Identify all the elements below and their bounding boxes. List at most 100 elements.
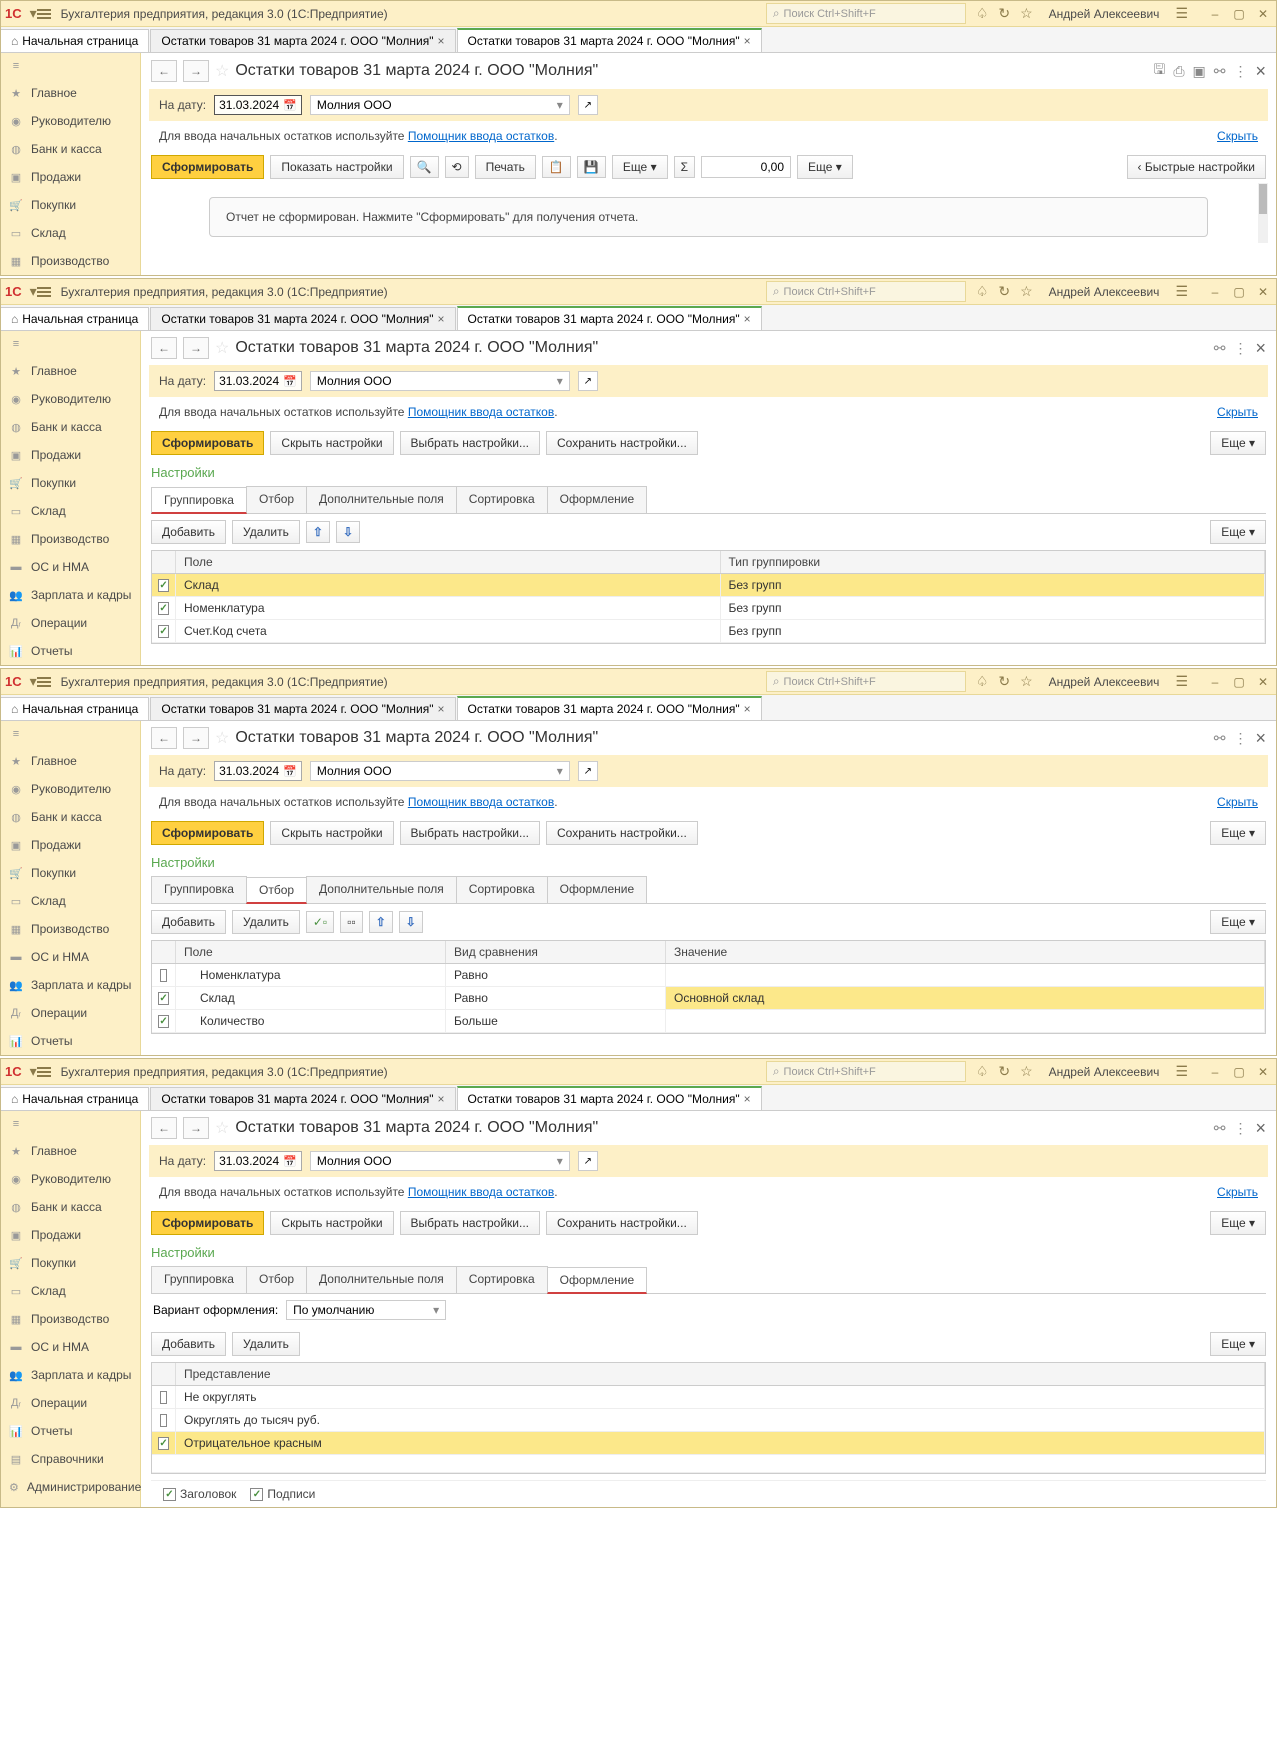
table-row[interactable]: ✓ Номенклатура Без групп: [152, 597, 1265, 620]
table-row[interactable]: ✓ Отрицательное красным: [152, 1432, 1265, 1455]
dropdown-icon[interactable]: ▾: [30, 283, 37, 300]
sidebar-item[interactable]: 📊Отчеты: [1, 637, 140, 665]
history-icon[interactable]: ↻: [998, 5, 1010, 22]
sidebar-item[interactable]: ▬ОС и НМА: [1, 1333, 140, 1361]
close-page-icon[interactable]: ×: [1255, 728, 1266, 749]
tab-close-icon[interactable]: ×: [744, 1092, 751, 1106]
copy-icon[interactable]: ▣: [1193, 63, 1206, 80]
star-icon[interactable]: ☆: [1020, 5, 1033, 22]
tab-filter[interactable]: Отбор: [246, 486, 307, 513]
delete-button[interactable]: Удалить: [232, 520, 300, 544]
hide-link[interactable]: Скрыть: [1217, 405, 1258, 419]
menu-icon[interactable]: [37, 9, 51, 19]
chevron-down-icon[interactable]: ▾: [557, 764, 563, 778]
sidebar-item[interactable]: ▭Склад: [1, 1277, 140, 1305]
sum-button[interactable]: Σ: [674, 156, 695, 178]
back-button[interactable]: ←: [151, 337, 177, 359]
table-row[interactable]: Округлять до тысяч руб.: [152, 1409, 1265, 1432]
save-settings-button[interactable]: Сохранить настройки...: [546, 431, 698, 455]
sidebar-item-purchases[interactable]: 🛒Покупки: [1, 191, 140, 219]
sidebar-item[interactable]: ▦Производство: [1, 915, 140, 943]
sidebar-item[interactable]: 👥Зарплата и кадры: [1, 1361, 140, 1389]
org-select[interactable]: Молния ООО▾: [310, 761, 570, 781]
tab-2[interactable]: Остатки товаров 31 марта 2024 г. ООО "Мо…: [457, 306, 762, 330]
back-button[interactable]: ←: [151, 60, 177, 82]
variant-select[interactable]: По умолчанию▾: [286, 1300, 446, 1320]
tab-close-icon[interactable]: ×: [744, 34, 751, 48]
sidebar-item[interactable]: ▦Производство: [1, 1305, 140, 1333]
save-icon[interactable]: 🖫: [1153, 59, 1165, 83]
favorite-icon[interactable]: ☆: [215, 338, 229, 358]
date-input[interactable]: 31.03.2024📅: [214, 761, 302, 781]
scrollbar-thumb[interactable]: [1259, 184, 1267, 214]
bell-icon[interactable]: ♤: [976, 5, 989, 22]
sidebar-item[interactable]: ▤Справочники: [1, 1445, 140, 1473]
maximize-icon[interactable]: ▢: [1230, 284, 1248, 300]
hint-link[interactable]: Помощник ввода остатков: [408, 129, 554, 143]
open-org-button[interactable]: ↗: [578, 371, 598, 391]
forward-button[interactable]: →: [183, 1117, 209, 1139]
tab-2[interactable]: Остатки товаров 31 марта 2024 г. ООО "Мо…: [457, 28, 762, 52]
move-down-button[interactable]: ⇩: [336, 521, 360, 543]
tab-fields[interactable]: Дополнительные поля: [306, 486, 457, 513]
sidebar-item[interactable]: ⚙Администрирование: [1, 1473, 140, 1501]
menu-icon[interactable]: [37, 1067, 51, 1077]
date-input[interactable]: 31.03.2024📅: [214, 371, 302, 391]
check-all-button[interactable]: ✓▫: [306, 911, 334, 933]
sidebar-item[interactable]: ДᵣОперации: [1, 609, 140, 637]
sidebar-item[interactable]: ◉Руководителю: [1, 1165, 140, 1193]
sidebar-item-manager[interactable]: ◉Руководителю: [1, 107, 140, 135]
delete-button[interactable]: Удалить: [232, 910, 300, 934]
sidebar-item[interactable]: ◍Банк и касса: [1, 413, 140, 441]
org-select[interactable]: Молния ООО▾: [310, 371, 570, 391]
sb-hamburger[interactable]: ≡: [1, 53, 140, 79]
hide-settings-button[interactable]: Скрыть настройки: [270, 431, 393, 455]
open-org-button[interactable]: ↗: [578, 761, 598, 781]
minimize-icon[interactable]: –: [1206, 1064, 1224, 1080]
sb-hamburger[interactable]: ≡: [1, 721, 140, 747]
user-name[interactable]: Андрей Алексеевич: [1049, 7, 1160, 21]
date-input[interactable]: 31.03.2024📅: [214, 1151, 302, 1171]
global-search[interactable]: ⌕Поиск Ctrl+Shift+F: [766, 671, 966, 692]
sidebar-item[interactable]: ◍Банк и касса: [1, 1193, 140, 1221]
tab-close-icon[interactable]: ×: [744, 702, 751, 716]
sidebar-item[interactable]: ◉Руководителю: [1, 385, 140, 413]
tab-close-icon[interactable]: ×: [744, 312, 751, 326]
sidebar-item[interactable]: ДᵣОперации: [1, 1389, 140, 1417]
row-check[interactable]: ✓: [152, 597, 176, 619]
history-icon[interactable]: ↻: [998, 673, 1010, 690]
close-icon[interactable]: ✕: [1254, 284, 1272, 300]
more-button[interactable]: Еще ▾: [1210, 821, 1266, 845]
refresh-button[interactable]: ⟲: [445, 156, 469, 178]
title-checkbox[interactable]: ✓Заголовок: [163, 1487, 236, 1501]
minimize-icon[interactable]: –: [1206, 674, 1224, 690]
sidebar-item[interactable]: ★Главное: [1, 747, 140, 775]
tab-home[interactable]: ⌂Начальная страница: [1, 1087, 149, 1110]
row-check[interactable]: ✓: [152, 620, 176, 642]
tab-sort[interactable]: Сортировка: [456, 876, 548, 903]
tab-grouping[interactable]: Группировка: [151, 876, 247, 903]
sidebar-item[interactable]: ▦Производство: [1, 525, 140, 553]
sb-hamburger[interactable]: ≡: [1, 1111, 140, 1137]
star-icon[interactable]: ☆: [1020, 283, 1033, 300]
tab-1[interactable]: Остатки товаров 31 марта 2024 г. ООО "Мо…: [150, 697, 455, 720]
dropdown-icon[interactable]: ▾: [30, 673, 37, 690]
tab-close-icon[interactable]: ×: [437, 34, 444, 48]
row-check[interactable]: ✓: [152, 987, 176, 1009]
sb-hamburger[interactable]: ≡: [1, 331, 140, 357]
forward-button[interactable]: →: [183, 727, 209, 749]
sidebar-item[interactable]: ▣Продажи: [1, 441, 140, 469]
global-search[interactable]: ⌕ Поиск Ctrl+Shift+F: [766, 3, 966, 24]
tab-home[interactable]: ⌂Начальная страница: [1, 29, 149, 52]
move-up-button[interactable]: ⇧: [306, 521, 330, 543]
chevron-down-icon[interactable]: ▾: [557, 374, 563, 388]
user-name[interactable]: Андрей Алексеевич: [1049, 285, 1160, 299]
tab-2[interactable]: Остатки товаров 31 марта 2024 г. ООО "Мо…: [457, 1086, 762, 1110]
tab-close-icon[interactable]: ×: [437, 1092, 444, 1106]
sidebar-item[interactable]: ДᵣОперации: [1, 999, 140, 1027]
settings-icon[interactable]: ☰: [1175, 673, 1188, 690]
tab-home[interactable]: ⌂Начальная страница: [1, 697, 149, 720]
hide-link[interactable]: Скрыть: [1217, 1185, 1258, 1199]
table-row[interactable]: ✓ Счет.Код счета Без групп: [152, 620, 1265, 643]
row-check[interactable]: [152, 964, 176, 986]
